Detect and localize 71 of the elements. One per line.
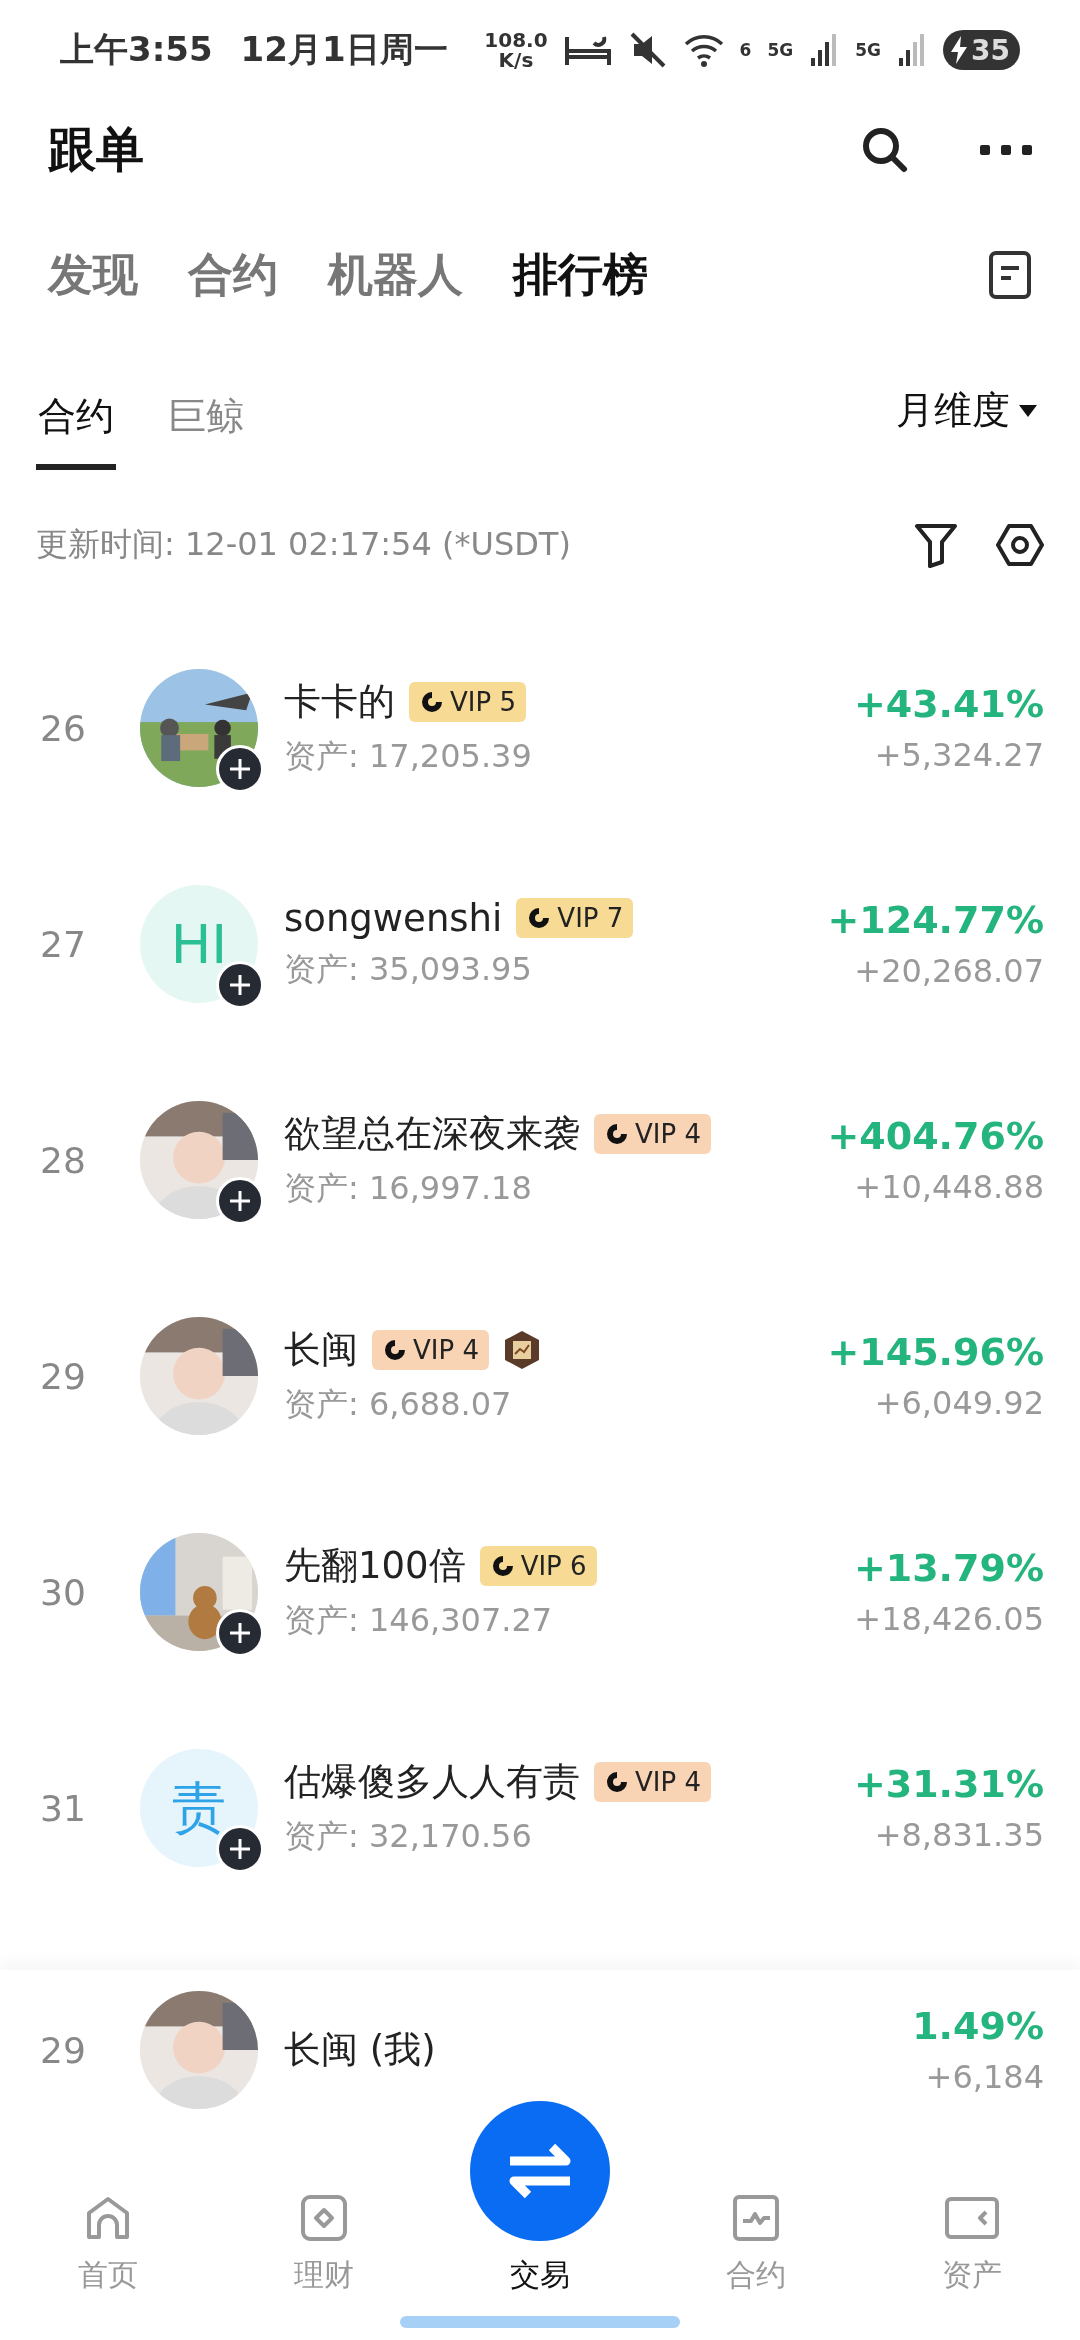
vip-badge: VIP 4 xyxy=(594,1114,711,1154)
tab[interactable]: 排行榜 xyxy=(513,245,648,305)
search-icon[interactable] xyxy=(860,125,910,175)
settings-icon[interactable] xyxy=(996,523,1044,567)
profit-value: +6,049.92 xyxy=(874,1384,1044,1422)
profit-value: +5,324.27 xyxy=(874,736,1044,774)
plus-icon xyxy=(228,1837,252,1861)
update-time: 更新时间: 12-01 02:17:54 (*USDT) xyxy=(36,524,571,565)
trader-name[interactable]: 欲望总在深夜来袭 xyxy=(284,1109,580,1159)
more-icon[interactable] xyxy=(980,143,1032,157)
trader-name[interactable]: 卡卡的 xyxy=(284,677,395,727)
return-percent: +31.31% xyxy=(853,1762,1044,1806)
document-icon[interactable] xyxy=(988,250,1032,300)
plus-icon xyxy=(228,1621,252,1645)
vip-badge: VIP 6 xyxy=(479,1546,597,1586)
avatar-initials: 责 xyxy=(172,1774,226,1841)
assets-value: 资产: 32,170.56 xyxy=(284,1816,533,1857)
sub-tab[interactable]: 合约 xyxy=(36,360,116,470)
rank-number: 30 xyxy=(40,1571,87,1613)
profit-value: +18,426.05 xyxy=(854,1600,1044,1638)
return-percent: +13.79% xyxy=(853,1546,1044,1590)
vip-badge: VIP 4 xyxy=(372,1330,489,1370)
filter-icon[interactable] xyxy=(914,522,958,568)
rank-number: 26 xyxy=(40,707,87,749)
trader-name[interactable]: 估爆傻多人人有责 xyxy=(284,1757,580,1807)
return-percent: +43.41% xyxy=(853,682,1044,726)
plus-icon xyxy=(228,973,252,997)
rank-number: 29 xyxy=(40,2029,87,2071)
return-percent: +404.76% xyxy=(827,1114,1044,1158)
plus-icon xyxy=(228,1189,252,1213)
assets-value: 资产: 146,307.27 xyxy=(284,1600,554,1641)
rank-number: 31 xyxy=(40,1787,87,1829)
wifi-label: 6 xyxy=(739,40,752,60)
assets-value: 资产: 6,688.07 xyxy=(284,1384,513,1425)
avatar-initials: HI xyxy=(170,912,228,976)
trader-name: 长闽 (我) xyxy=(284,2027,437,2073)
nav-item[interactable]: 交易 xyxy=(432,2101,648,2296)
assets-value: 资产: 16,997.18 xyxy=(284,1168,533,1209)
profit-value: +8,831.35 xyxy=(874,1816,1044,1854)
assets-value: 资产: 17,205.39 xyxy=(284,736,533,777)
caret-icon xyxy=(1018,403,1038,418)
assets-value: 资产: 35,093.95 xyxy=(284,948,533,990)
network-speed: 108.0 K/s xyxy=(484,30,548,70)
trader-name[interactable]: songwenshi xyxy=(284,896,503,940)
status-time: 上午3:55 xyxy=(60,28,213,71)
plus-icon xyxy=(228,757,252,781)
battery: 35 xyxy=(943,30,1020,70)
profit-value: +20,268.07 xyxy=(854,952,1044,990)
vip-badge: VIP 4 xyxy=(594,1762,711,1802)
trader-name[interactable]: 先翻100倍 xyxy=(284,1541,466,1591)
tab[interactable]: 合约 xyxy=(188,245,278,305)
return-percent: 1.49% xyxy=(912,2004,1044,2048)
network-label: 5G xyxy=(767,40,794,60)
tab[interactable]: 机器人 xyxy=(328,245,463,305)
rank-number: 29 xyxy=(40,1355,87,1397)
trader-name[interactable]: 长闽 xyxy=(284,1325,358,1375)
tab[interactable]: 发现 xyxy=(48,245,138,305)
sub-tab[interactable]: 巨鲸 xyxy=(166,360,246,470)
period-dropdown[interactable]: 月维度 xyxy=(890,360,1044,470)
vip-badge: VIP 5 xyxy=(409,682,526,722)
rank-number: 28 xyxy=(40,1139,87,1181)
profit-value: +10,448.88 xyxy=(854,1168,1044,1206)
return-percent: +145.96% xyxy=(827,1330,1044,1374)
page-title: 跟单 xyxy=(48,120,144,179)
bolt-icon xyxy=(949,35,970,65)
status-date: 12月1日周一 xyxy=(240,28,448,71)
network-label: 5G xyxy=(855,40,882,60)
return-percent: +124.77% xyxy=(827,898,1044,942)
vip-badge: VIP 7 xyxy=(516,898,634,938)
profit-value: +6,184 xyxy=(925,2058,1044,2096)
rank-number: 27 xyxy=(40,923,87,965)
